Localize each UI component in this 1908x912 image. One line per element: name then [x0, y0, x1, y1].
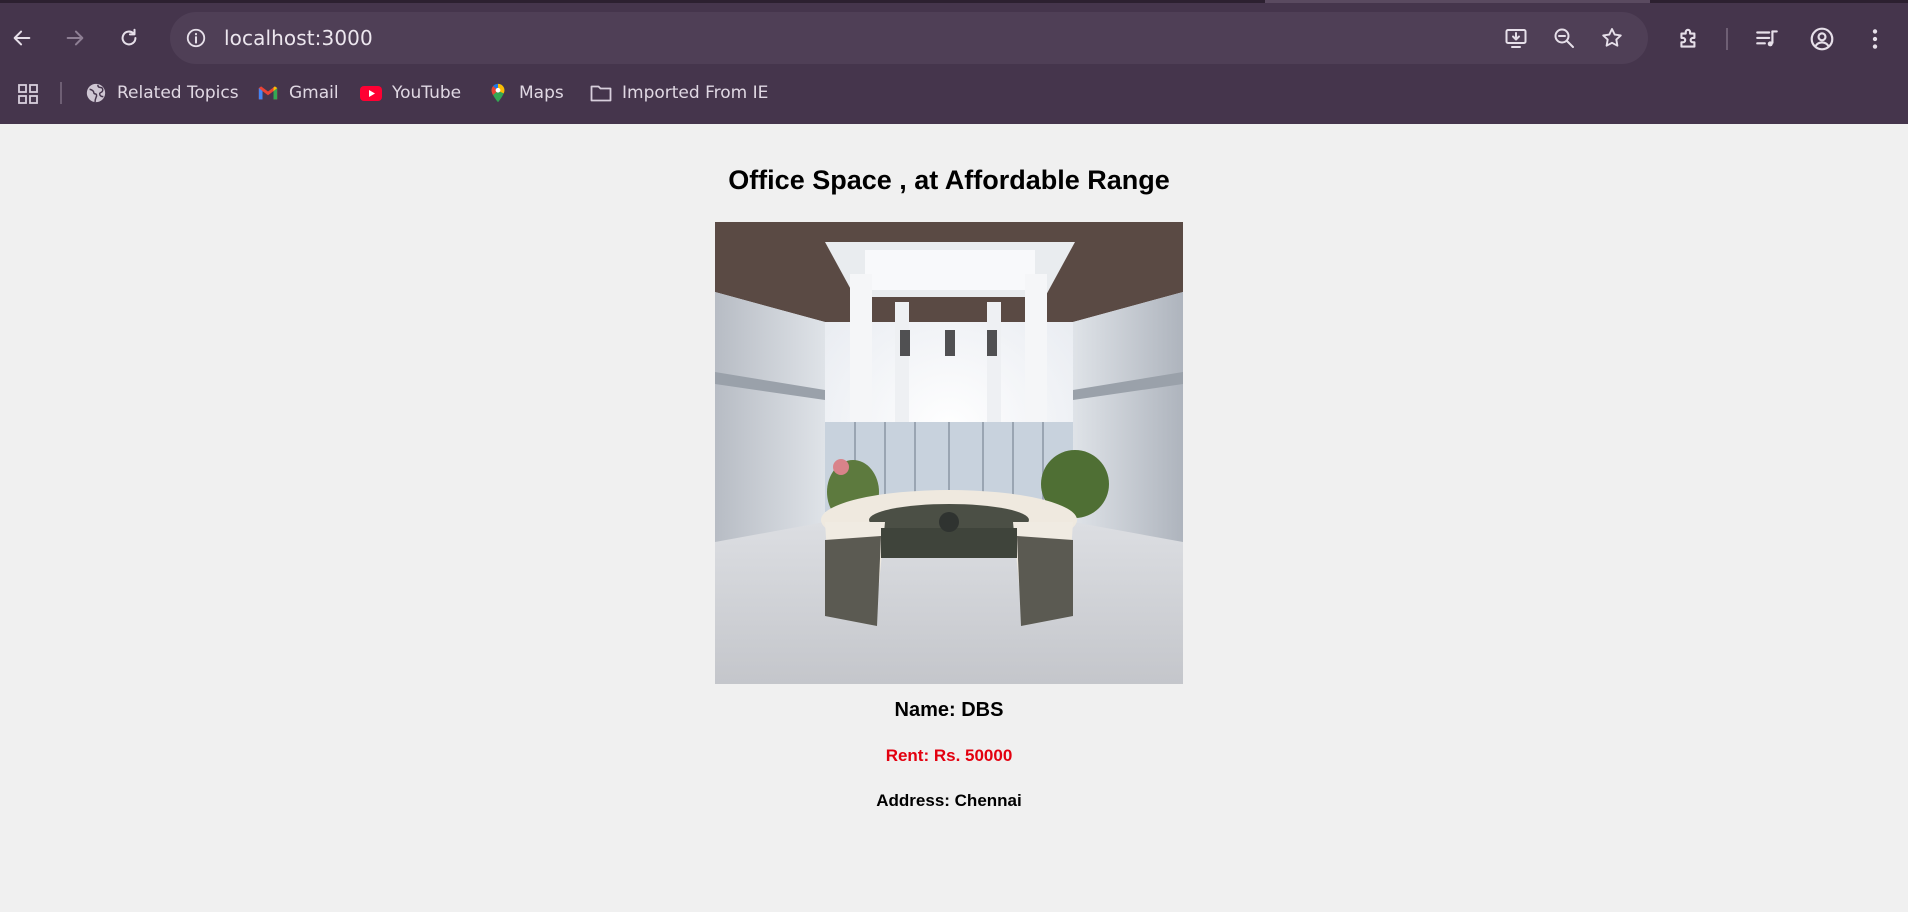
more-vert-icon — [1872, 29, 1878, 49]
install-icon — [1505, 29, 1527, 48]
page-title: Office Space , at Affordable Range — [728, 165, 1170, 195]
bookmark-label: Gmail — [289, 83, 339, 103]
toolbar-divider — [1726, 28, 1728, 50]
bookmark-gmail[interactable]: Gmail — [256, 78, 339, 108]
info-icon — [186, 28, 206, 48]
bookmarks-bar: Related Topics Gmail YouTube Maps Import… — [0, 74, 1908, 112]
arrow-left-icon — [13, 30, 31, 46]
reload-icon — [121, 28, 137, 46]
tab-strip-segment — [1265, 0, 1650, 3]
page-content: Office Space , at Affordable Range Name:… — [0, 124, 1908, 912]
bookmark-label: Maps — [519, 83, 564, 103]
site-info-button[interactable] — [182, 24, 210, 52]
address-bar[interactable]: localhost:3000 — [170, 12, 1648, 64]
star-icon — [1602, 28, 1622, 47]
profile-button[interactable] — [1807, 24, 1837, 54]
tab-strip — [0, 0, 1908, 3]
browser-toolbar: localhost:3000 — [0, 12, 1908, 64]
account-circle-icon — [1810, 27, 1834, 51]
bookmark-maps[interactable]: Maps — [486, 78, 564, 108]
browser-chrome: localhost:3000 Related Topics Gmail YouT… — [0, 0, 1908, 124]
puzzle-icon — [1680, 28, 1696, 48]
apps-button[interactable] — [14, 80, 42, 108]
forward-button[interactable] — [57, 20, 93, 56]
playlist-music-icon — [1756, 30, 1778, 47]
media-controls-button[interactable] — [1752, 24, 1782, 54]
back-button[interactable] — [4, 20, 40, 56]
office-address: Address: Chennai — [876, 791, 1022, 810]
bookmark-related-topics[interactable]: Related Topics — [84, 78, 239, 108]
bookmark-star-button[interactable] — [1598, 24, 1626, 52]
bookmark-label: YouTube — [392, 83, 462, 103]
arrow-right-icon — [66, 30, 84, 46]
browser-menu-button[interactable] — [1860, 24, 1890, 54]
apps-grid-icon — [18, 84, 38, 104]
install-app-button[interactable] — [1502, 24, 1530, 52]
bookmark-label: Related Topics — [117, 83, 239, 103]
youtube-icon — [359, 81, 383, 105]
maps-icon — [486, 81, 510, 105]
globe-icon — [84, 81, 108, 105]
bookmark-label: Imported From IE — [622, 83, 769, 103]
bookmark-youtube[interactable]: YouTube — [359, 78, 461, 108]
zoom-out-icon — [1554, 28, 1574, 48]
reload-button[interactable] — [111, 20, 147, 56]
office-rent: Rent: Rs. 50000 — [885, 746, 1013, 765]
gmail-icon — [256, 81, 280, 105]
url-text[interactable]: localhost:3000 — [224, 26, 373, 50]
extensions-button[interactable] — [1674, 24, 1704, 54]
office-photo — [715, 222, 1183, 684]
folder-icon — [589, 81, 613, 105]
bookmark-folder-imported[interactable]: Imported From IE — [589, 78, 768, 108]
zoom-button[interactable] — [1550, 24, 1578, 52]
bookmarks-divider — [60, 82, 62, 104]
office-lobby-image — [715, 222, 1183, 684]
office-name: Name: DBS — [894, 699, 1004, 721]
